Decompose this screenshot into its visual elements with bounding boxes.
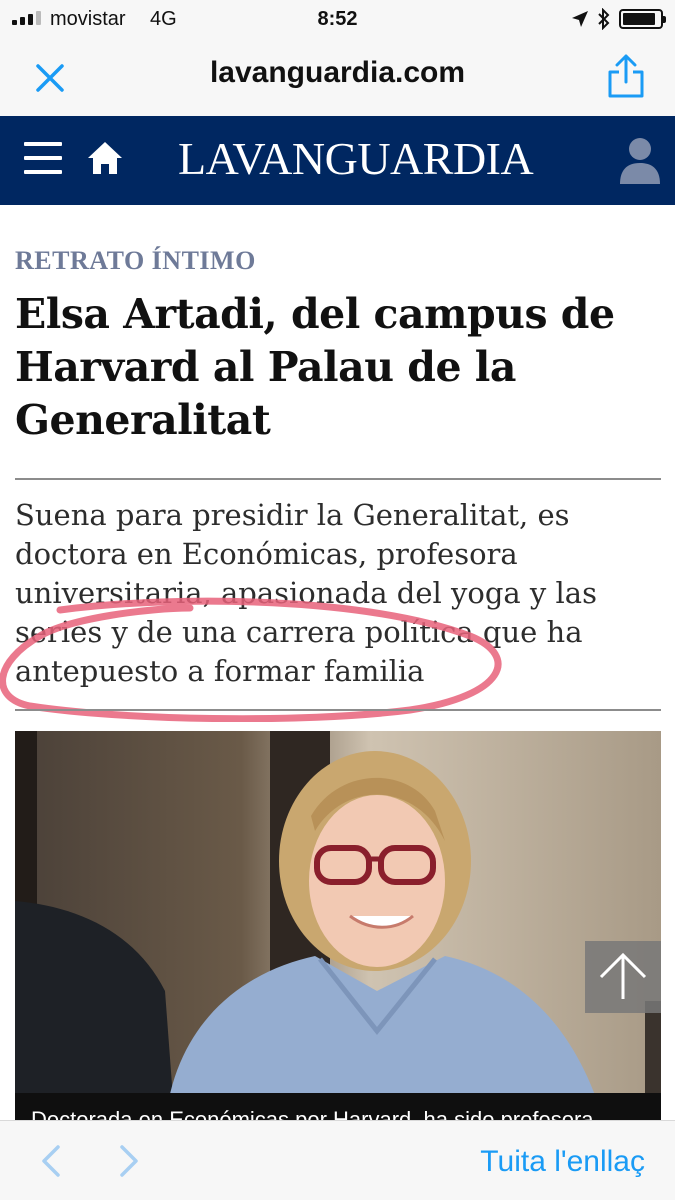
- chevron-right-icon: [120, 1145, 138, 1177]
- article-headline: Elsa Artadi, del campus de Harvard al Pa…: [15, 290, 615, 444]
- status-icons: [571, 8, 666, 30]
- url-title: lavanguardia.com: [209, 56, 466, 89]
- battery-icon: [619, 9, 666, 29]
- arrow-up-icon: [599, 952, 647, 999]
- divider: [15, 478, 661, 480]
- share-button[interactable]: [605, 52, 647, 100]
- battery-level: [623, 13, 656, 25]
- back-button[interactable]: [36, 1143, 66, 1179]
- status-bar: movistar 4G 8:52: [0, 0, 675, 40]
- divider: [15, 709, 661, 711]
- user-icon[interactable]: [617, 134, 663, 186]
- site-logo[interactable]: LAVANGUARDIA: [178, 132, 534, 185]
- forward-button[interactable]: [114, 1143, 144, 1179]
- article-photo: Doctorada en Económicas por Harvard, ha …: [15, 731, 661, 1125]
- site-header: LAVANGUARDIA: [0, 116, 675, 205]
- home-icon[interactable]: [86, 139, 124, 177]
- article-standfirst: Suena para presidir la Generalitat, es d…: [15, 498, 597, 688]
- browser-bar: lavanguardia.com: [0, 40, 675, 116]
- bluetooth-icon: [598, 8, 610, 30]
- location-arrow-icon: [572, 11, 588, 27]
- article-kicker: RETRATO ÍNTIMO: [15, 246, 256, 275]
- hamburger-menu-icon[interactable]: [24, 142, 62, 176]
- chevron-left-icon: [42, 1145, 60, 1177]
- scroll-to-top-button[interactable]: [585, 941, 661, 1013]
- tweet-link-button[interactable]: Tuita l'enllaç: [480, 1145, 645, 1179]
- share-icon: [608, 54, 644, 98]
- bottom-toolbar: Tuita l'enllaç: [0, 1120, 675, 1200]
